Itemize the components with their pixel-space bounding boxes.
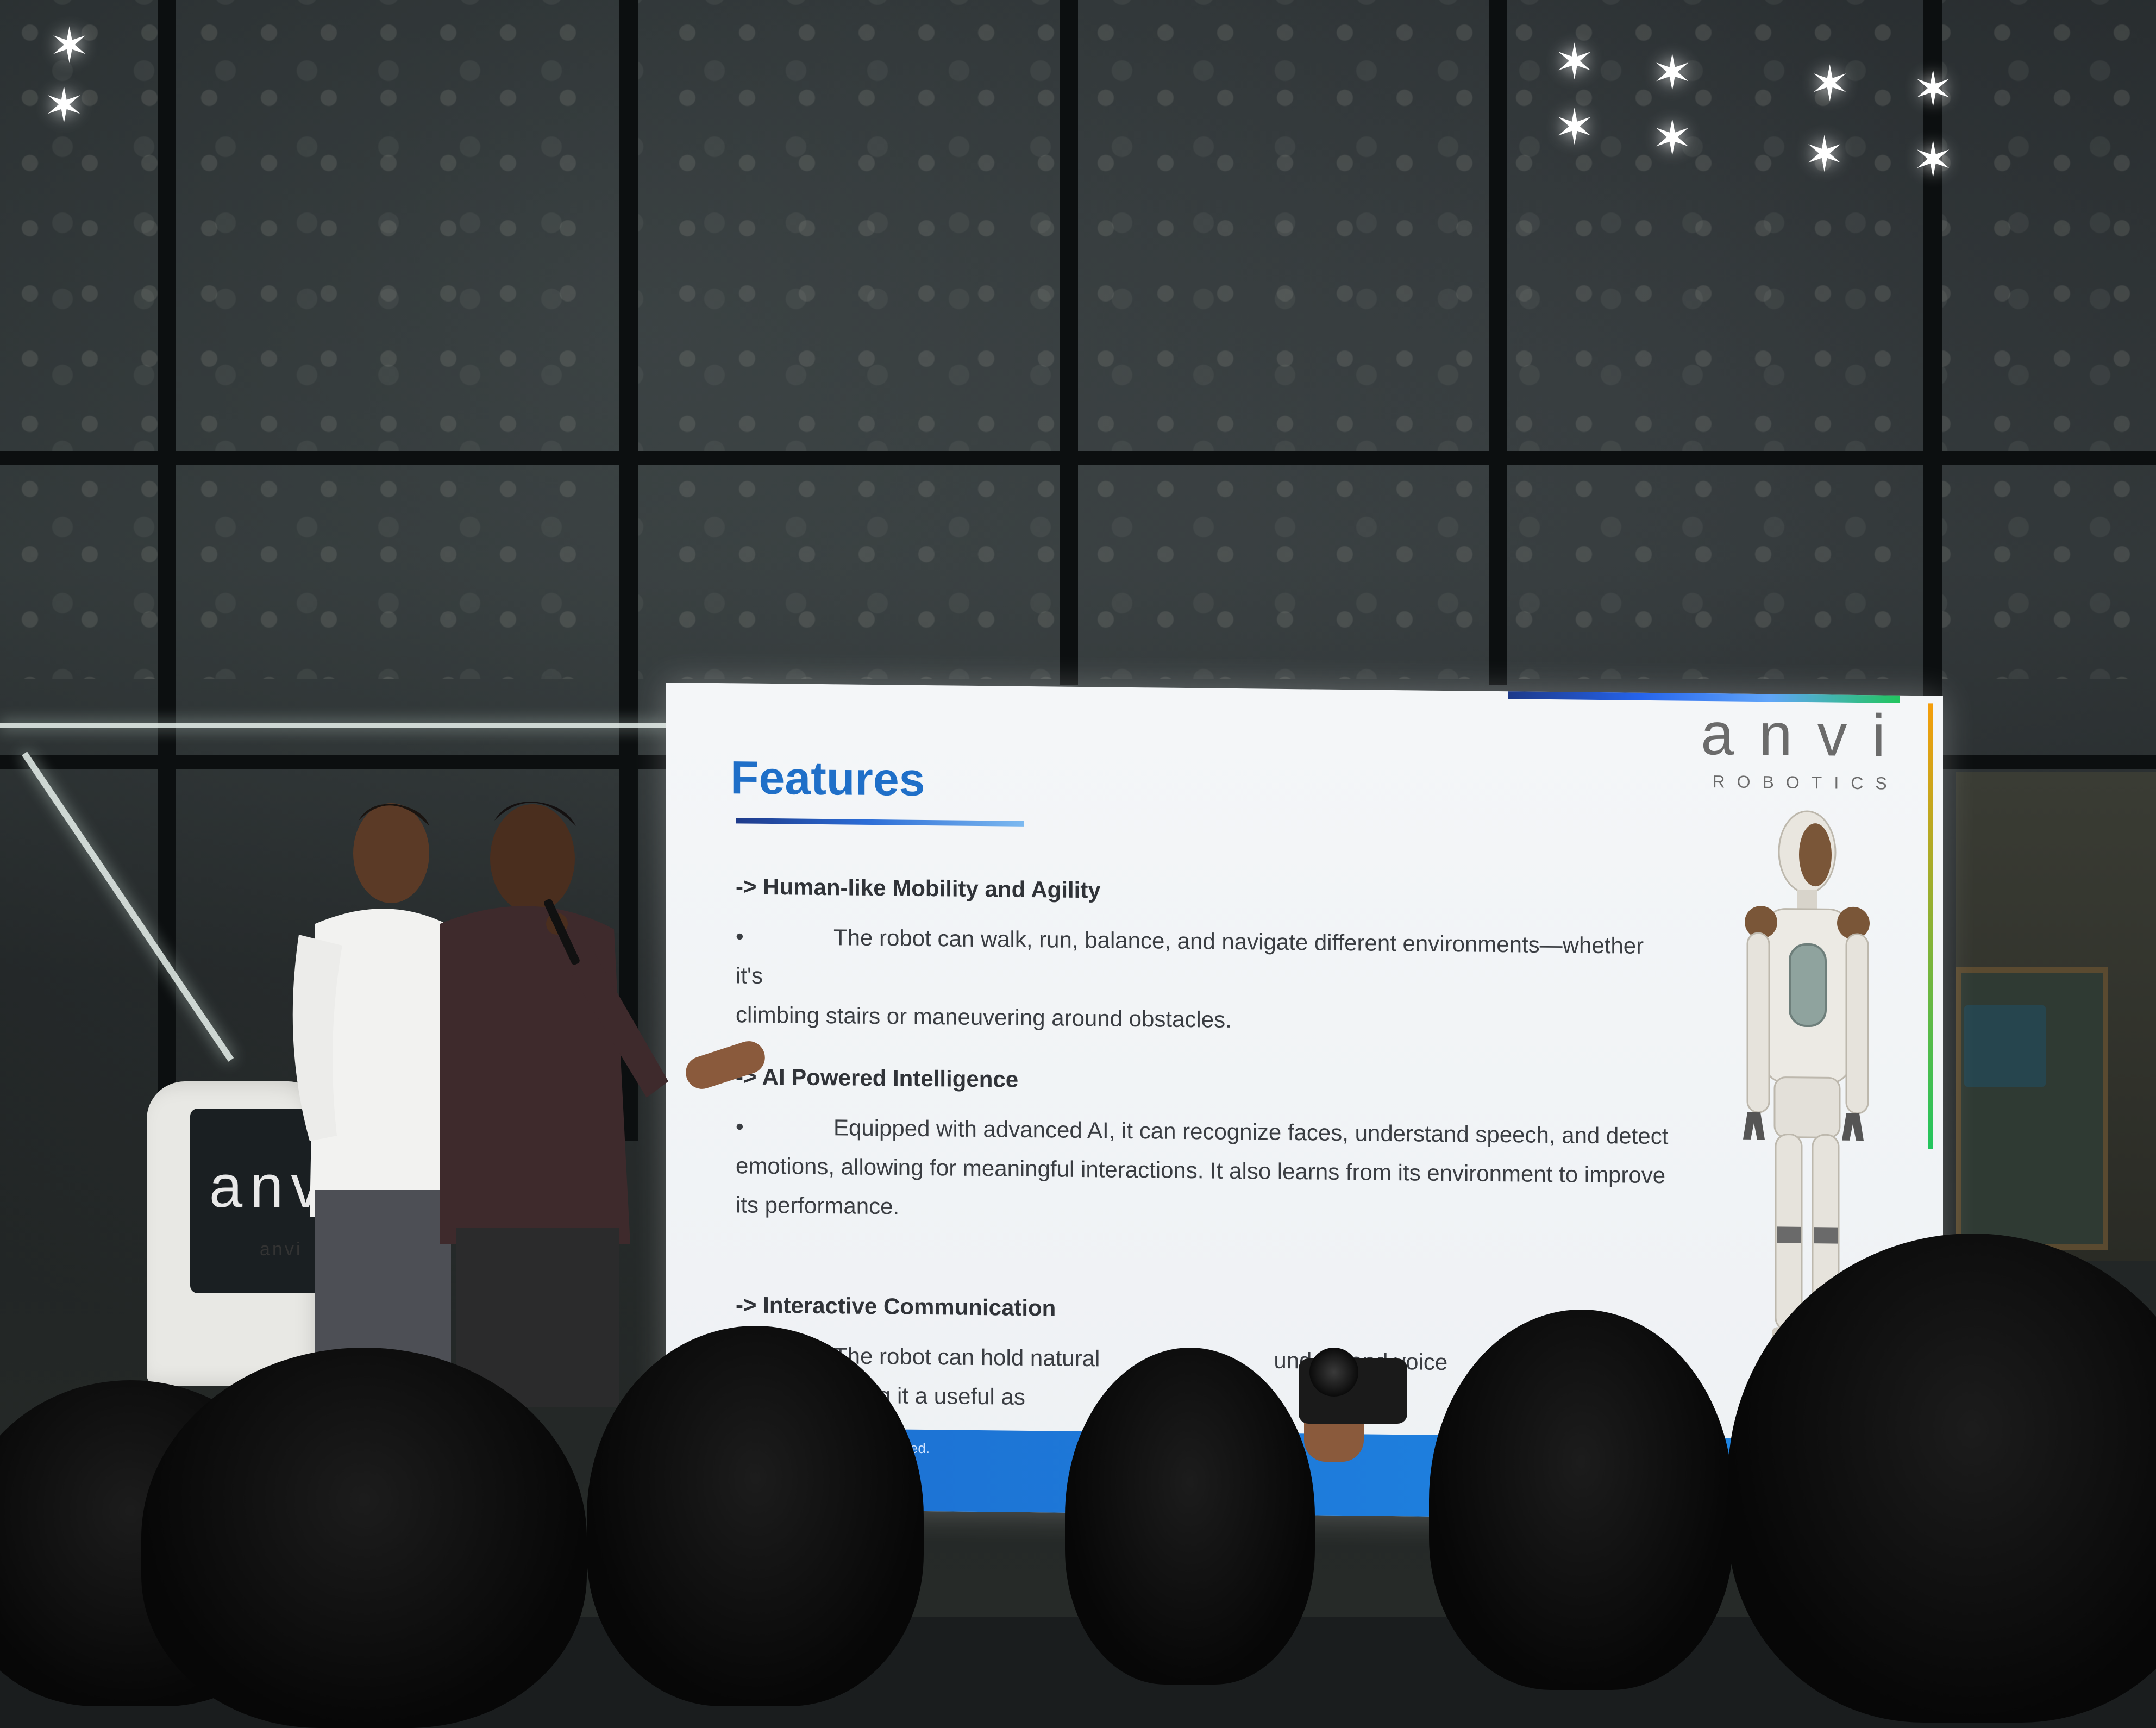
star-light-icon: ✶ xyxy=(1913,61,1954,118)
feature-heading: -> AI Powered Intelligence xyxy=(736,1063,1019,1092)
audience-head xyxy=(1429,1310,1733,1690)
star-light-icon: ✶ xyxy=(1652,45,1693,102)
bullet-text: The robot can hold natural xyxy=(833,1343,1100,1372)
audience-head xyxy=(1065,1348,1315,1685)
camera-lens xyxy=(1309,1348,1358,1397)
brand-subtitle: ROBOTICS xyxy=(1712,772,1899,793)
feature-bullet: • The robot can walk, run, balance, and n… xyxy=(736,917,1670,1044)
brand-name: anvi xyxy=(1701,700,1910,769)
bullet-marker: • xyxy=(736,923,744,949)
slide-accent-bar xyxy=(1928,703,1933,1149)
bullet-text: Equipped with advanced AI, it can recogn… xyxy=(833,1115,1669,1149)
star-light-icon: ✶ xyxy=(49,17,90,74)
glass-frame-vertical xyxy=(1489,0,1507,685)
title-underline xyxy=(736,818,1024,827)
brand-logo: anvi ROBOTICS xyxy=(1701,700,1910,794)
star-light-icon: ✶ xyxy=(1554,34,1595,91)
glass-frame-horizontal xyxy=(0,451,2156,465)
glass-frame-vertical xyxy=(1060,0,1078,685)
feature-heading: -> Interactive Communication xyxy=(736,1292,1056,1321)
star-light-icon: ✶ xyxy=(1913,132,1954,189)
star-light-icon: ✶ xyxy=(43,77,85,134)
ceiling-light-strip xyxy=(0,723,668,728)
slide-title: Features xyxy=(730,752,925,806)
star-light-icon: ✶ xyxy=(1652,110,1693,167)
star-light-icon: ✶ xyxy=(1554,99,1595,156)
audience-head xyxy=(587,1326,924,1706)
star-light-icon: ✶ xyxy=(1809,55,1851,112)
bullet-marker: • xyxy=(736,1113,744,1140)
audience-head xyxy=(141,1348,587,1728)
bullet-text: The robot can walk, run, balance, and na… xyxy=(736,924,1644,988)
way-to-stairs-sign-face xyxy=(1964,1005,2046,1087)
feature-heading: -> Human-like Mobility and Agility xyxy=(736,873,1101,903)
star-light-icon: ✶ xyxy=(1804,126,1845,183)
feature-bullet: • Equipped with advanced AI, it can recog… xyxy=(736,1107,1670,1234)
presenter-speaking xyxy=(440,802,668,1407)
